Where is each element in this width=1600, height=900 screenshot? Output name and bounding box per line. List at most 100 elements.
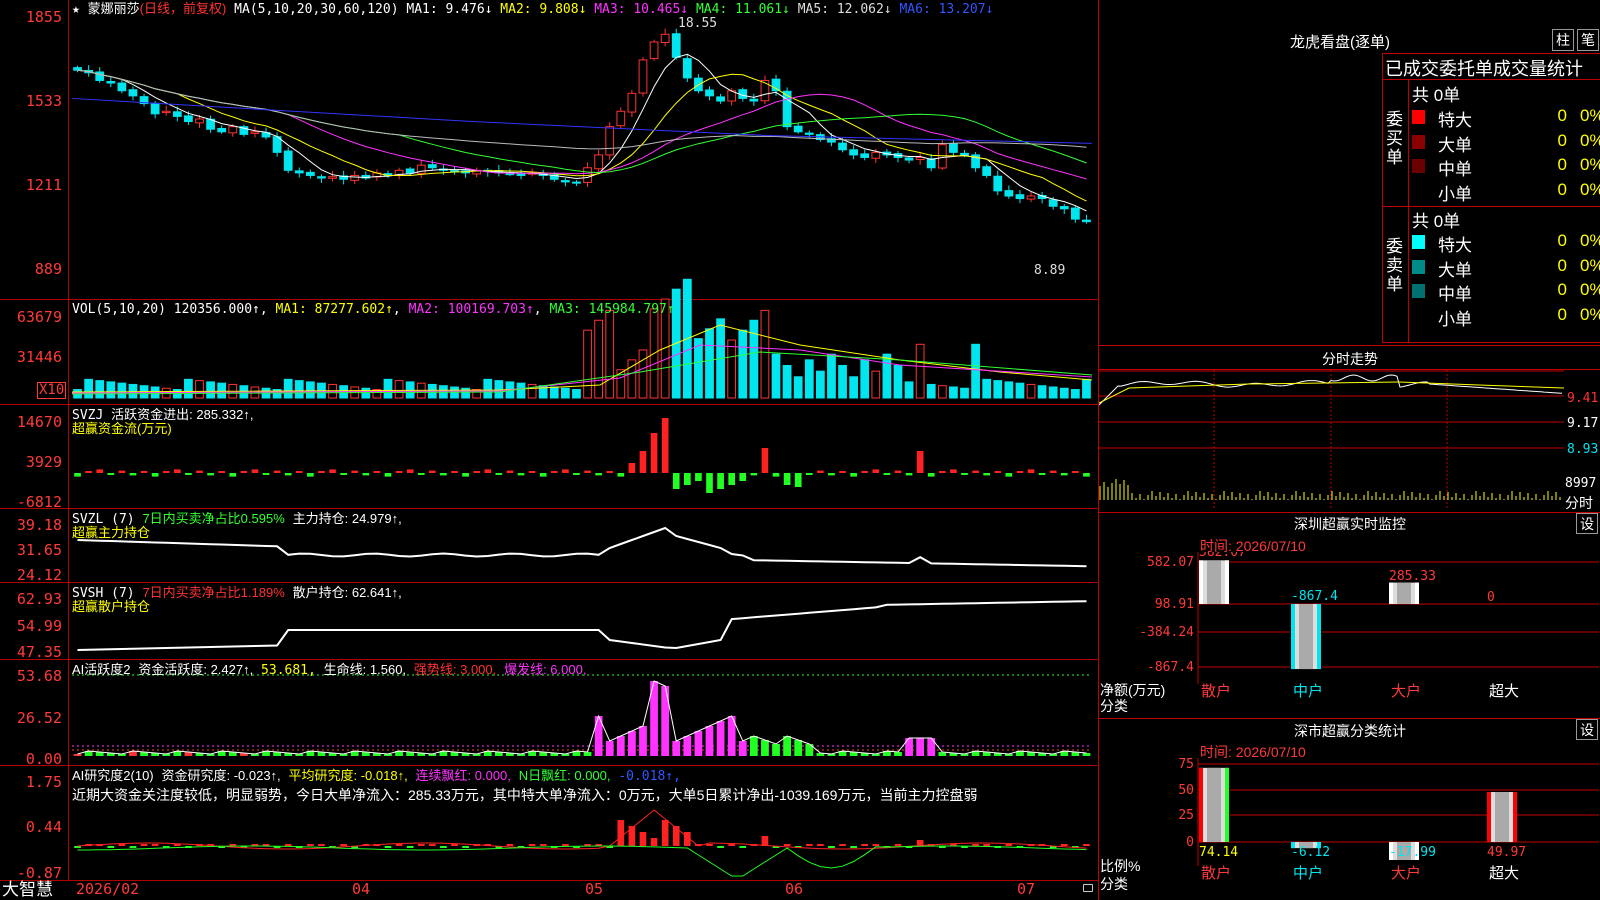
ai-active-tick: 53.68 (16, 667, 62, 685)
bar-mode-button[interactable]: 柱 (1552, 29, 1574, 51)
volume-bar (1037, 385, 1047, 399)
price-tick: 1211 (25, 176, 62, 194)
ma3-value: MA3: 10.465↓ (594, 2, 689, 17)
sell-orders-label: 委卖单 (1386, 237, 1403, 294)
research-bar (617, 820, 625, 846)
activity-bar (772, 744, 780, 756)
activity-bar (694, 731, 703, 756)
fund-flow-bar (240, 471, 248, 473)
ai-burst: 爆发线: 6.000, (504, 662, 587, 677)
volume-bar (860, 359, 870, 399)
bar-value-label: 582.07 (1199, 552, 1246, 560)
ai-research-title: AI研究度2(10) (72, 768, 154, 783)
main-chart-canvas[interactable] (0, 0, 1100, 900)
volume-bar (549, 386, 559, 399)
timeshare-price-mid: 9.17 (1567, 416, 1599, 431)
buy-order-row: 大单 0 0% (1410, 130, 1600, 155)
volume-bar (516, 382, 526, 399)
svzl-line2: 超赢主力持仓 (72, 525, 151, 540)
vol-ma3: MA3: 145984.797↑ (549, 302, 675, 317)
sell-order-count: 0 (1557, 255, 1567, 275)
research-bar (861, 844, 869, 846)
pen-mode-button[interactable]: 笔 (1577, 29, 1599, 51)
bar-category-label: 散户 (1201, 682, 1231, 700)
volume-bar (1082, 378, 1091, 399)
activity-bar (705, 726, 714, 756)
candle (172, 111, 182, 117)
sell-order-row: 大单 0 0% (1410, 255, 1600, 280)
volume-bar (993, 380, 1003, 399)
ai-active-tick: 26.52 (16, 709, 62, 727)
ai-strong: 强势线: 3.000, (413, 662, 497, 677)
ai-research-avg: 平均研究度: -0.018↑, (288, 768, 408, 783)
fund-flow-bar (384, 473, 392, 477)
sz-stats-unit: 比例% (1100, 858, 1141, 874)
fund-flow-bar (451, 471, 458, 473)
dragon-tiger-title: 龙虎看盘(逐单) (1290, 34, 1390, 51)
vol-unit-badge[interactable]: X10 (37, 382, 67, 399)
volume-bar (106, 381, 116, 399)
sz-monitor-chart[interactable]: 582.07 98.91 -384.24 -867.4 582.07 散户 -867.4 中户… (1099, 552, 1599, 720)
activity-bar (605, 741, 614, 756)
sell-order-label: 小单 (1438, 309, 1472, 329)
volume-bar (594, 319, 604, 399)
fund-flow-bar (550, 471, 558, 473)
volume-bar (1059, 387, 1069, 399)
fund-flow-bar (894, 470, 902, 473)
bar-y-tick: -867.4 (1147, 660, 1194, 675)
fund-flow-bar (805, 473, 813, 475)
fund-flow-bar (351, 470, 359, 473)
fund-flow-bar (318, 471, 325, 473)
research-bar (817, 844, 824, 846)
fund-flow-bar (772, 473, 780, 477)
fund-flow-bar (207, 473, 214, 476)
fund-flow-bar (539, 473, 547, 477)
candle (838, 142, 847, 151)
fund-flow-bar (672, 473, 680, 489)
volume-bar (1070, 389, 1080, 399)
activity-bar (73, 754, 82, 756)
research-bar (661, 820, 669, 846)
volume-bar (294, 380, 304, 399)
sz-stats-settings-button[interactable]: 设 (1576, 719, 1598, 740)
fund-flow-bar (262, 473, 270, 475)
lock-icon[interactable] (1083, 884, 1093, 892)
fund-flow-bar (617, 473, 625, 477)
fund-flow-bar (74, 473, 81, 477)
volume-bar (560, 387, 570, 399)
buy-order-swatch (1412, 159, 1425, 173)
candle (716, 96, 725, 102)
svzj-line2: 超赢资金流(万元) (72, 421, 172, 436)
activity-bar (716, 721, 725, 756)
vol-value: 120356.000↑ (173, 302, 260, 317)
bar-value-label: 74.14 (1199, 845, 1238, 860)
ai-research-tick: 1.75 (25, 773, 62, 791)
research-bar (783, 844, 791, 846)
sz-stats-title: 深市超赢分类统计 (1294, 723, 1406, 739)
fund-flow-bar (151, 473, 159, 477)
candle (982, 166, 992, 176)
sz-monitor-settings-button[interactable]: 设 (1576, 513, 1598, 534)
svzj-tick: -6812 (16, 493, 62, 511)
research-bar (107, 846, 115, 848)
sz-stats-cat-label: 分类 (1100, 876, 1128, 892)
candle (616, 110, 626, 127)
timeshare-chart[interactable] (1099, 370, 1564, 510)
fund-flow-bar (118, 470, 126, 473)
volume-bar (117, 382, 127, 399)
vol-header: VOL(5,10,20) (72, 302, 166, 317)
fund-flow-bar (628, 463, 636, 473)
svsh-tick: 54.99 (16, 617, 62, 635)
fund-flow-bar (528, 471, 536, 473)
candle (1004, 190, 1014, 197)
fund-flow-bar (661, 418, 669, 473)
sz-stats-chart[interactable]: 755025074.14散户-6.12中户-17.99大户49.97超大+0.2… (1099, 758, 1599, 900)
fund-flow-bar (185, 473, 192, 475)
bar-y-tick: 50 (1178, 783, 1194, 798)
fund-flow-bar (251, 469, 259, 473)
activity-bar (683, 736, 692, 756)
star-icon[interactable]: ★ (72, 2, 88, 17)
bar-category-label: 超大 (1489, 864, 1519, 882)
candle (427, 164, 437, 169)
research-bar (628, 826, 636, 846)
